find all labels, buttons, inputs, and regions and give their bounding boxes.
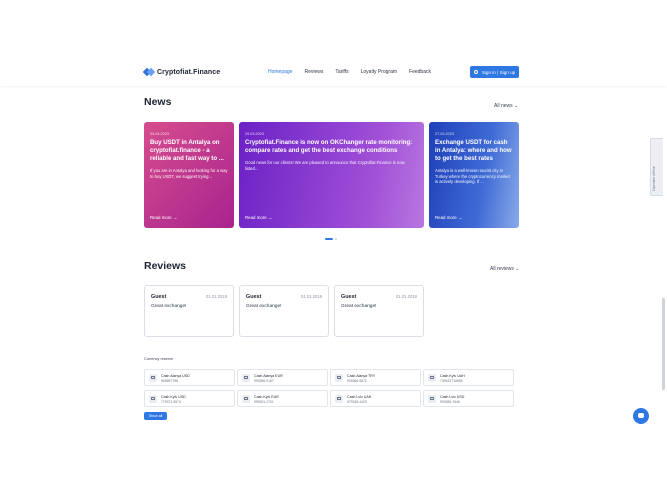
carousel-pagination (325, 238, 338, 241)
operator-status-label: Operator offline (652, 166, 656, 191)
news-card-text: Good news for our clients! We are please… (245, 160, 405, 171)
review-card: Guest 01.01.2019 Great exchange! (239, 285, 329, 337)
reserve-item: Cash Lviv UAH 979318.4429 (330, 390, 421, 407)
reserve-item: Cash Lviv USD 993359.7646 (423, 390, 514, 407)
review-date: 01.01.2019 (206, 294, 227, 299)
operator-status-tab[interactable]: Operator offline (650, 138, 663, 196)
reserve-name: Cash Lviv UAH (347, 395, 372, 399)
news-card-title: Buy USDT in Antalya on cryptofiat.financ… (150, 139, 224, 162)
reserve-item: Cash Kyiv UAH 739422716655 (423, 369, 514, 386)
reserve-name: Cash Alanya EUR (254, 374, 283, 378)
review-author: Guest (341, 294, 357, 300)
review-author: Guest (246, 294, 262, 300)
reserve-value: 999301.2701 (254, 400, 274, 404)
news-card-title: Exchange USDT for cash in Antalya: where… (435, 139, 512, 162)
wallet-icon (335, 374, 343, 382)
wallet-icon (149, 374, 157, 382)
nav-feedback[interactable]: Feedback (409, 69, 431, 75)
site-header: Cryptofiat.Finance Homepage Reviews Tari… (0, 58, 667, 86)
review-card: Guest 01.01.2019 Great exchange! (334, 285, 424, 337)
all-news-label: All news (494, 103, 513, 109)
news-card[interactable]: 27.03.2023 Exchange USDT for cash in Ant… (429, 122, 519, 228)
reserve-item: Cash Alanya TRY 909366.5872 (330, 369, 421, 386)
user-icon (473, 70, 478, 74)
read-more-link[interactable]: Read more → (245, 215, 272, 220)
reserve-item: Cash Kyiv USD 779371.9574 (144, 390, 235, 407)
main-nav: Homepage Reviews Tariffs Loyalty Program… (268, 69, 443, 75)
review-text: Great exchange! (341, 304, 377, 309)
wallet-icon (149, 395, 157, 403)
chat-icon[interactable] (633, 408, 649, 424)
news-date: 29.03.2023 (245, 132, 265, 136)
reserve-value: 993366.0167 (254, 379, 274, 383)
reserve-name: Cash Kyiv EUR (254, 395, 279, 399)
nav-reviews[interactable]: Reviews (304, 69, 323, 75)
news-card-text: Antalya is a well-known tourist city in … (435, 168, 510, 185)
news-title: News (144, 96, 172, 108)
news-card[interactable]: 29.03.2023 Cryptofiat.Finance is now on … (239, 122, 424, 228)
reserve-name: Cash Lviv USD (440, 395, 465, 399)
news-card[interactable]: 03.04.2023 Buy USDT in Antalya on crypto… (144, 122, 234, 228)
reserve-value: 979318.4429 (347, 400, 367, 404)
review-text: Great exchange! (151, 304, 187, 309)
reserve-item: Cash Alanya USD 969697758 (144, 369, 235, 386)
reserve-value: 969697758 (161, 379, 178, 383)
reserve-name: Cash Kyiv UAH (440, 374, 465, 378)
reserve-value: 739422716655 (440, 379, 463, 383)
currency-reserve-label: Currency reserve (144, 357, 174, 361)
review-date: 01.01.2019 (301, 294, 322, 299)
carousel-dot-active[interactable] (325, 238, 333, 241)
show-all-button[interactable]: Show all (144, 412, 167, 420)
news-card-title: Cryptofiat.Finance is now on OKChanger r… (245, 139, 413, 154)
signin-button[interactable]: Sign in | Sign up (470, 66, 519, 78)
wallet-icon (335, 395, 343, 403)
reserve-name: Cash Kyiv USD (161, 395, 186, 399)
nav-homepage[interactable]: Homepage (268, 69, 292, 75)
news-date: 27.03.2023 (435, 132, 455, 136)
read-more-link[interactable]: Read more → (150, 215, 177, 220)
reserve-value: 993359.7646 (440, 400, 460, 404)
signin-label: Sign in | Sign up (481, 69, 516, 75)
nav-tariffs[interactable]: Tariffs (335, 69, 348, 75)
reserve-item: Cash Kyiv EUR 999301.2701 (237, 390, 328, 407)
nav-loyalty-program[interactable]: Loyalty Program (361, 69, 397, 75)
all-reviews-label: All reviews (490, 266, 514, 272)
logo-text: Cryptofiat.Finance (157, 68, 221, 76)
review-card: Guest 01.01.2019 Great exchange! (144, 285, 234, 337)
review-author: Guest (151, 294, 167, 300)
reviews-title: Reviews (144, 260, 187, 272)
carousel-dot[interactable] (335, 238, 338, 241)
chevron-down-icon: ⌄ (514, 103, 519, 109)
review-text: Great exchange! (246, 304, 282, 309)
wallet-icon (428, 395, 436, 403)
news-card-text: If you are in Antalya and looking for a … (150, 168, 228, 179)
reserve-value: 909366.5872 (347, 379, 367, 383)
wallet-icon (428, 374, 436, 382)
reserve-name: Cash Alanya TRY (347, 374, 376, 378)
news-date: 03.04.2023 (150, 132, 170, 136)
chevron-down-icon: ⌄ (515, 266, 520, 272)
reserve-item: Cash Alanya EUR 993366.0167 (237, 369, 328, 386)
wallet-icon (242, 395, 250, 403)
reserve-name: Cash Alanya USD (161, 374, 190, 378)
logo-icon (142, 67, 156, 77)
read-more-link[interactable]: Read more → (435, 215, 462, 220)
wallet-icon (242, 374, 250, 382)
scrollbar[interactable] (662, 298, 665, 390)
review-date: 01.01.2019 (396, 294, 417, 299)
all-news-link[interactable]: All news ⌄ (494, 103, 518, 109)
all-reviews-link[interactable]: All reviews ⌄ (490, 266, 520, 272)
reserve-value: 779371.9574 (161, 400, 181, 404)
logo[interactable]: Cryptofiat.Finance (142, 67, 221, 77)
